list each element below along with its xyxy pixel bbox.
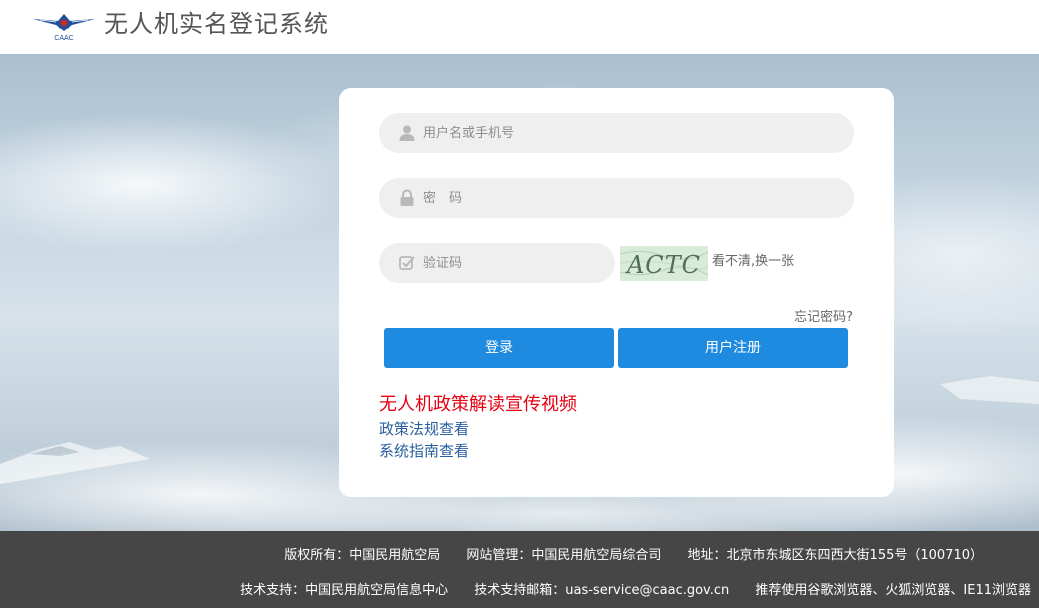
footer-browser-tip: 推荐使用谷歌浏览器、火狐浏览器、IE11浏览器 [755,583,1031,598]
password-field[interactable] [379,178,854,218]
register-button[interactable]: 用户注册 [618,328,848,368]
password-input[interactable] [423,178,843,218]
system-title: 无人机实名登记系统 [104,10,329,38]
policy-video-link[interactable]: 无人机政策解读宣传视频 [379,392,577,418]
caac-logo-icon: CAAC [33,14,95,42]
footer-copyright: 版权所有：中国民用航空局 [284,548,441,563]
login-card: ACTC 看不清,换一张 忘记密码? 登录 用户注册 无人机政策解读宣传视频 政… [339,88,894,497]
user-icon [399,125,415,141]
caac-logo-text: CAAC [54,35,73,42]
site-footer: 版权所有：中国民用航空局 网站管理：中国民用航空局综合司 地址：北京市东城区东四… [0,531,1039,608]
footer-site-admin: 网站管理：中国民用航空局综合司 [466,548,662,563]
footer-tech-support: 技术支持：中国民用航空局信息中心 [240,583,449,598]
username-field[interactable] [379,113,854,153]
login-button[interactable]: 登录 [384,328,614,368]
lock-icon [400,189,414,206]
system-guide-link[interactable]: 系统指南查看 [379,440,469,462]
check-icon [399,256,415,270]
footer-row-2: 技术支持：中国民用航空局信息中心 技术支持邮箱：uas-service@caac… [218,582,1031,600]
username-input[interactable] [423,113,843,153]
captcha-code: ACTC [625,251,701,279]
footer-support-email: 技术支持邮箱：uas-service@caac.gov.cn [474,583,730,598]
site-header: CAAC 无人机实名登记系统 [0,0,1039,54]
footer-row-1: 版权所有：中国民用航空局 网站管理：中国民用航空局综合司 地址：北京市东城区东四… [262,547,983,565]
footer-address: 地址：北京市东城区东四西大街155号（100710） [687,548,983,563]
captcha-input[interactable] [423,243,603,283]
captcha-field[interactable] [379,243,615,283]
refresh-captcha-link[interactable]: 看不清,换一张 [712,253,794,271]
forgot-password-link[interactable]: 忘记密码? [794,309,853,327]
regulations-link[interactable]: 政策法规查看 [379,418,469,440]
captcha-image[interactable]: ACTC [620,246,708,281]
